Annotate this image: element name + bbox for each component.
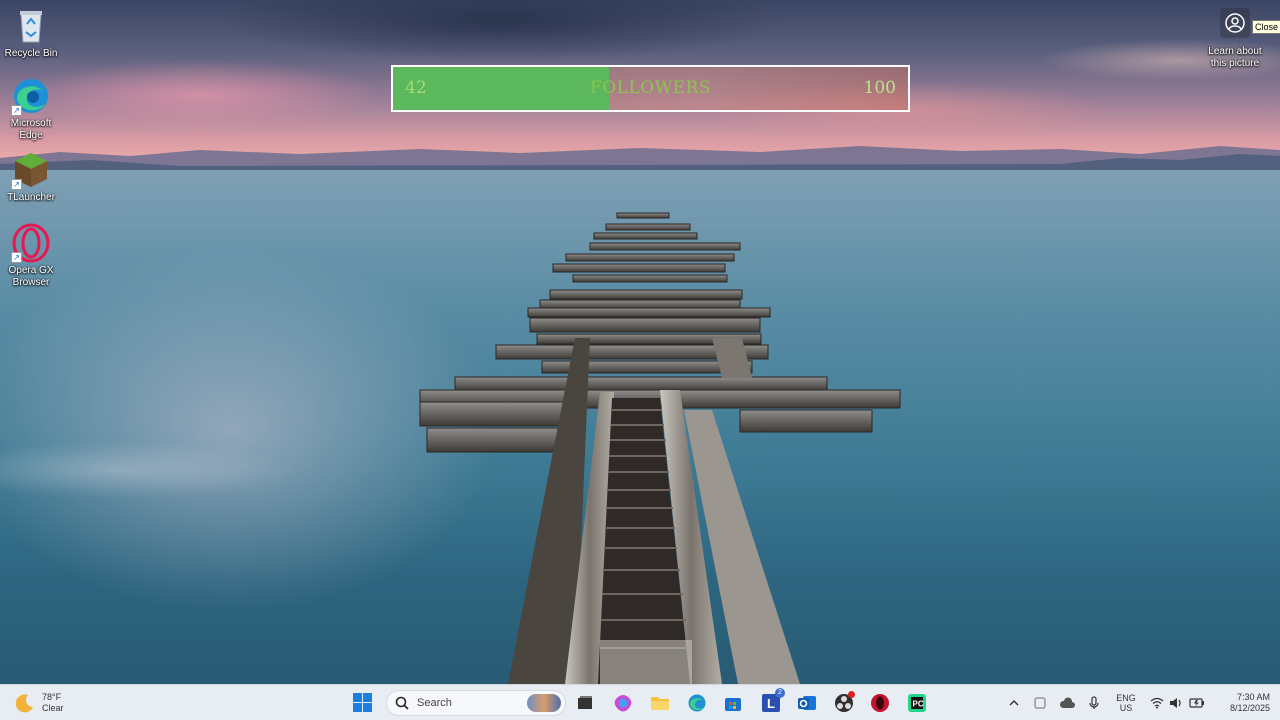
- weather-condition: Clear: [42, 703, 64, 713]
- copilot-icon: [614, 695, 632, 712]
- clock-date: 8/12/2025: [1229, 703, 1270, 713]
- followers-label: FOLLOWERS: [589, 78, 712, 98]
- cloud-icon: [1059, 697, 1075, 708]
- store-icon: [725, 698, 741, 711]
- camera-lens-icon: [1220, 8, 1250, 38]
- svg-text:L: L: [767, 696, 775, 711]
- desktop-icon-label: Microsoft Edge: [10, 118, 52, 141]
- microphone-button[interactable]: [1082, 691, 1106, 715]
- desktop-icon-recycle-bin[interactable]: Recycle Bin: [0, 6, 62, 60]
- desktop-icon-label: Opera GX Browser: [8, 265, 54, 288]
- language-region: US: [1119, 703, 1133, 713]
- onedrive-button[interactable]: [1055, 691, 1079, 715]
- followers-goal-bar: 42 FOLLOWERS 100: [391, 65, 910, 112]
- desktop-icon-opera-gx[interactable]: ↗ Opera GX Browser: [0, 223, 62, 289]
- search-highlight-image: [527, 694, 561, 712]
- recording-indicator: [848, 691, 855, 698]
- opera-gx-icon: [871, 694, 889, 712]
- desktop-icon-tlauncher[interactable]: ↗ TLauncher: [0, 150, 62, 204]
- folder-icon: [651, 697, 669, 710]
- obs-button[interactable]: [832, 691, 856, 715]
- edge-icon: ↗: [11, 76, 51, 116]
- weather-widget[interactable]: 78°F Clear: [14, 689, 64, 717]
- task-view-button[interactable]: [573, 691, 597, 715]
- search-placeholder: Search: [417, 697, 452, 709]
- start-button[interactable]: [351, 691, 375, 715]
- opera-gx-icon: ↗: [11, 223, 51, 263]
- weather-temperature: 78°F: [42, 692, 62, 702]
- microphone-icon: [1089, 696, 1099, 709]
- tray-app-button[interactable]: [1028, 691, 1052, 715]
- taskbar-search[interactable]: Search: [386, 690, 566, 716]
- app-tray-icon: [1034, 697, 1046, 709]
- clock[interactable]: 7:30 AM 8/12/2025: [1212, 685, 1270, 720]
- edge-icon: [688, 694, 706, 712]
- opera-gx-taskbar-button[interactable]: [868, 691, 892, 715]
- recycle-bin-icon: [11, 6, 51, 46]
- outlook-button[interactable]: [795, 691, 819, 715]
- tlauncher-icon: ↗: [11, 150, 51, 190]
- battery-button[interactable]: [1185, 691, 1209, 715]
- language-code: ENG: [1116, 693, 1136, 703]
- pycharm-button[interactable]: PC: [905, 691, 929, 715]
- moon-icon: [15, 694, 33, 713]
- speaker-icon: [1170, 698, 1181, 708]
- file-explorer-button[interactable]: [648, 691, 672, 715]
- clock-time: 7:30 AM: [1236, 692, 1270, 702]
- chevron-up-icon: [1009, 700, 1019, 706]
- shortcut-arrow-icon: ↗: [11, 105, 22, 116]
- outlook-icon: [798, 696, 816, 710]
- store-button[interactable]: [721, 691, 745, 715]
- battery-charging-icon: [1189, 698, 1204, 708]
- desktop-icon-label: Recycle Bin: [4, 48, 58, 59]
- shortcut-arrow-icon: ↗: [11, 179, 22, 190]
- notification-badge: 2: [775, 688, 785, 698]
- copilot-button[interactable]: [611, 691, 635, 715]
- desktop-icon-label: TLauncher: [7, 192, 55, 203]
- search-icon: [395, 696, 409, 710]
- show-hidden-icons-button[interactable]: [1002, 691, 1026, 715]
- language-indicator[interactable]: ENG US: [1112, 685, 1140, 720]
- learn-about-picture[interactable]: Learn about this picture: [1200, 8, 1270, 70]
- windows-logo-icon: [353, 693, 372, 712]
- wifi-icon: [1150, 697, 1164, 709]
- taskbar: 78°F Clear Search L 2 PC ENG US 7:30 AM …: [0, 684, 1280, 720]
- followers-goal-count: 100: [863, 78, 896, 98]
- pycharm-icon: PC: [908, 694, 926, 712]
- close-tooltip: Close: [1252, 20, 1280, 34]
- learn-about-label: Learn about this picture: [1208, 46, 1262, 69]
- desktop-icon-microsoft-edge[interactable]: ↗ Microsoft Edge: [0, 76, 62, 142]
- svg-text:PC: PC: [913, 700, 924, 709]
- shortcut-arrow-icon: ↗: [11, 252, 22, 263]
- edge-taskbar-button[interactable]: [685, 691, 709, 715]
- task-view-icon: [578, 696, 592, 709]
- l-app-button[interactable]: L 2: [759, 688, 785, 715]
